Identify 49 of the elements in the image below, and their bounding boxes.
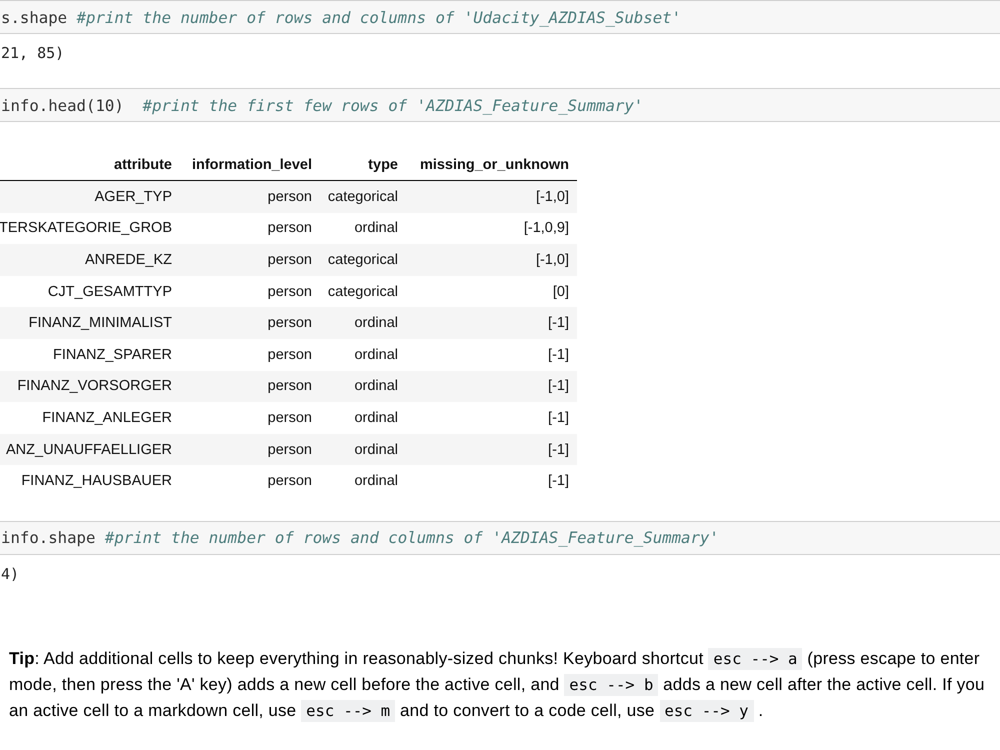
table-cell-text: [-1] [547,346,570,365]
table-cell-text: ordinal [353,377,399,396]
table-cell-text: FINANZ_VORSORGER [16,377,173,396]
column-header: information_level [190,156,313,175]
table-cell-text: [-1] [547,314,570,334]
table-cell-text: person [266,440,313,460]
output-text: 4) [0,564,20,585]
table-cell-text: ordinal [353,219,399,238]
table-cell-text: AGER_TYP [94,188,173,207]
table-cell-text: categorical [326,188,399,207]
table-cell-text: ordinal [353,408,399,428]
table-cell-text: ordinal [353,346,399,365]
table-cell-text: person [266,188,313,207]
table-cell-text: FINANZ_SPARER [52,346,173,365]
column-header: type [367,156,399,175]
table-cell-text: [0] [552,282,570,302]
table-cell-text: ANREDE_KZ [84,250,173,270]
table-cell-text: person [266,314,313,334]
table-cell-text: ordinal [353,472,399,492]
tip-paragraph: Tip: Add additional cells to keep everything in reasonably-sized chunks! Keyboard shortcut esc --> a (press escape to enter mode, then press the 'A' key) adds a new cell before the active cell, and esc --> b adds a new cell after the active cell. If you an active cell to a markdown cell, use esc --> m and to convert to a code cell, use esc --> y . [9,646,985,724]
column-header: attribute [113,156,173,175]
table-cell-text: categorical [326,282,399,302]
table-cell-text: FINANZ_ANLEGER [41,408,173,428]
table-cell-text: [-1,0] [534,188,570,207]
table-cell-text: ANZ_UNAUFFAELLIGER [5,440,173,460]
table-cell-text: [-1,0,9] [522,219,570,238]
table-cell-text: ordinal [353,440,399,460]
code-input[interactable]: info.shape #print the number of rows and columns of 'AZDIAS_Feature_Summary' [0,520,1000,555]
table-cell-text: person [266,282,313,302]
table-cell-text: FINANZ_MINIMALIST [28,314,173,334]
code-input[interactable]: s.shape #print the number of rows and columns of 'Udacity_AZDIAS_Subset' [0,0,1000,34]
table-cell-text: person [266,472,313,492]
table-cell-text: person [266,219,313,238]
table-cell-text: [-1] [547,408,570,428]
table-cell-text: categorical [326,250,399,270]
table-cell-text: person [266,250,313,270]
table-cell-text: person [266,377,313,396]
table-cell-text: CJT_GESAMTTYP [46,282,173,302]
table-cell-text: [-1] [547,472,570,492]
code-input[interactable]: info.head(10) #print the first few rows of 'AZDIAS_Feature_Summary' [0,88,1000,122]
output-text: 21, 85) [0,43,64,64]
table-cell-text: [-1] [547,377,570,396]
table-cell-text: person [266,346,313,365]
table-cell-text: FINANZ_HAUSBAUER [20,472,173,492]
column-header: missing_or_unknown [418,156,570,175]
table-cell-text: person [266,408,313,428]
table-cell-text: ordinal [353,314,399,334]
table-cell-text: [-1] [547,440,570,460]
table-cell-text: [-1,0] [534,250,570,270]
